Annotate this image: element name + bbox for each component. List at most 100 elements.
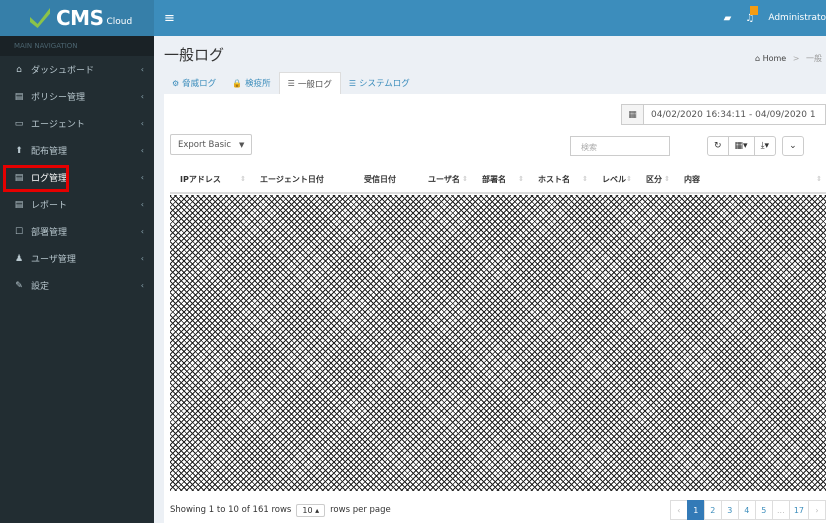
settings-icon: ✎ [15, 280, 23, 291]
user-icon: ♟ [14, 253, 24, 264]
tab-label: 検疫所 [245, 79, 271, 89]
column-header-ip[interactable]: IPアドレス ⇕ [170, 166, 250, 192]
column-header-content[interactable]: 内容 ⇕ [674, 166, 826, 192]
download-icon: ⤓▾ [760, 141, 770, 151]
column-header-level[interactable]: レベル ⇕ [592, 166, 636, 192]
page-5-button[interactable]: 5 [754, 500, 773, 520]
sidebar-item-label: ユーザ管理 [31, 255, 76, 265]
chevron-left-icon: ‹ [140, 146, 144, 155]
sidebar-item-deploy[interactable]: ⬆ 配布管理 ‹ [0, 137, 154, 164]
sort-icon: ⇕ [462, 175, 468, 183]
list-icon: ☰ [287, 79, 295, 88]
column-header-label: 区分 [646, 174, 662, 184]
rows-per-page-label: rows per page [330, 505, 391, 515]
tab-general-log[interactable]: ☰ 一般ログ [278, 72, 341, 94]
page-title: 一般ログ [164, 46, 225, 64]
columns-button[interactable]: ▦▾ [727, 136, 755, 156]
tab-label: 一般ログ [297, 79, 332, 90]
brand-sub: Cloud [106, 17, 133, 27]
sidebar-item-department[interactable]: ☐ 部署管理 ‹ [0, 218, 154, 245]
admin-user-menu[interactable]: Administrato [768, 13, 826, 23]
page-4-button[interactable]: 4 [737, 500, 756, 520]
date-range-picker[interactable]: ▦ 04/02/2020 16:34:11 - 04/09/2020 1 [621, 104, 826, 125]
agent-icon: ▭ [14, 118, 24, 129]
sidebar-item-policy[interactable]: ▤ ポリシー管理 ‹ [0, 83, 154, 110]
refresh-button[interactable]: ↻ [707, 136, 729, 156]
search-input[interactable]: 検索 [570, 136, 670, 156]
notification-badge [750, 5, 759, 15]
export-button[interactable]: ⤓▾ [753, 136, 777, 156]
book-icon[interactable]: ▰ [724, 13, 732, 24]
sidebar-item-settings[interactable]: ✎ 設定 ‹ [0, 272, 154, 299]
dashboard-icon: ⌂ [16, 64, 22, 75]
report-icon: ▤ [14, 199, 24, 210]
bell-icon[interactable]: ♫ [745, 5, 759, 24]
policy-icon: ▤ [14, 91, 24, 102]
rows-per-page-select[interactable]: 10 ▴ [296, 503, 326, 517]
sidebar-item-label: 部署管理 [31, 228, 68, 238]
page-17-button[interactable]: 17 [788, 500, 809, 520]
sort-icon: ⇕ [518, 175, 524, 183]
column-header-label: エージェント日付 [260, 174, 324, 184]
column-header-label: レベル [602, 174, 626, 184]
date-range-value: 04/02/2020 16:34:11 - 04/09/2020 1 [651, 109, 816, 120]
collapse-button[interactable]: ⌄ [782, 136, 804, 156]
chevron-left-icon: ‹ [140, 281, 144, 290]
column-header-department[interactable]: 部署名 ⇕ [472, 166, 528, 192]
column-header-label: ホスト名 [538, 174, 570, 184]
redacted-table-body [170, 195, 826, 491]
page-ellipsis: ... [771, 500, 790, 520]
sidebar-item-report[interactable]: ▤ レポート ‹ [0, 191, 154, 218]
table-header: IPアドレス ⇕ エージェント日付 受信日付 ユーザ名 ⇕ 部署名 ⇕ ホスト名 ⇕ レ… [170, 166, 826, 194]
column-header-label: 部署名 [482, 174, 506, 184]
chevron-left-icon: ‹ [140, 92, 144, 101]
home-icon: ⌂ [754, 54, 761, 63]
page-prev-button[interactable]: ‹ [669, 500, 688, 520]
checkmark-logo-icon [30, 8, 50, 28]
tab-label: システムログ [359, 79, 410, 89]
chevron-left-icon: ‹ [140, 227, 144, 236]
tab-threat-log[interactable]: ⚙ 脅威ログ [164, 72, 224, 94]
sidebar-item-agent[interactable]: ▭ エージェント ‹ [0, 110, 154, 137]
sort-icon: ⇕ [664, 175, 670, 183]
logo[interactable]: CMS Cloud [0, 0, 154, 36]
sidebar-item-dashboard[interactable]: ⌂ ダッシュボード ‹ [0, 56, 154, 83]
page-3-button[interactable]: 3 [720, 500, 739, 520]
breadcrumb: ⌂ Home > 一般 [755, 53, 822, 64]
column-header-label: IPアドレス [180, 174, 221, 184]
threat-icon: ⚙ [172, 78, 180, 88]
tab-system-log[interactable]: ☰ システムログ [341, 72, 418, 94]
breadcrumb-separator: > [792, 54, 800, 63]
menu-toggle-icon[interactable]: ≡ [164, 11, 175, 26]
table-footer: Showing 1 to 10 of 161 rows 10 ▴ rows pe… [170, 500, 826, 520]
chevron-down-icon: ⌄ [789, 141, 797, 151]
page-1-button[interactable]: 1 [686, 500, 705, 520]
page-next-button[interactable]: › [808, 500, 826, 520]
page-2-button[interactable]: 2 [703, 500, 722, 520]
log-panel: ▦ 04/02/2020 16:34:11 - 04/09/2020 1 Exp… [164, 94, 826, 523]
column-header-hostname[interactable]: ホスト名 ⇕ [528, 166, 592, 192]
sort-icon: ⇕ [626, 175, 632, 183]
highlight-box [3, 165, 69, 192]
tab-quarantine[interactable]: 🔒 検疫所 [224, 72, 278, 94]
column-header-category[interactable]: 区分 ⇕ [636, 166, 674, 192]
column-header-received-date[interactable]: 受信日付 [334, 166, 418, 192]
caret-down-icon: ▼ [239, 140, 245, 149]
breadcrumb-home[interactable]: Home [763, 54, 787, 63]
pagination-info: Showing 1 to 10 of 161 rows [170, 505, 292, 515]
sidebar-item-user[interactable]: ♟ ユーザ管理 ‹ [0, 245, 154, 272]
calendar-icon: ▦ [622, 105, 644, 124]
column-header-username[interactable]: ユーザ名 ⇕ [418, 166, 472, 192]
breadcrumb-current: 一般 [806, 54, 822, 63]
column-header-agent-date[interactable]: エージェント日付 [250, 166, 334, 192]
pagination: ‹ 1 2 3 4 5 ... 17 › [669, 500, 826, 520]
sidebar-item-label: ダッシュボード [31, 66, 95, 76]
list-icon: ☰ [348, 78, 357, 88]
chevron-left-icon: ‹ [140, 173, 144, 182]
chevron-left-icon: ‹ [140, 119, 144, 128]
sort-icon: ⇕ [816, 175, 822, 183]
sort-icon: ⇕ [582, 175, 588, 183]
export-select[interactable]: Export Basic ▼ [170, 134, 253, 155]
chevron-left-icon: ‹ [140, 254, 144, 263]
columns-icon: ▦▾ [734, 141, 748, 151]
